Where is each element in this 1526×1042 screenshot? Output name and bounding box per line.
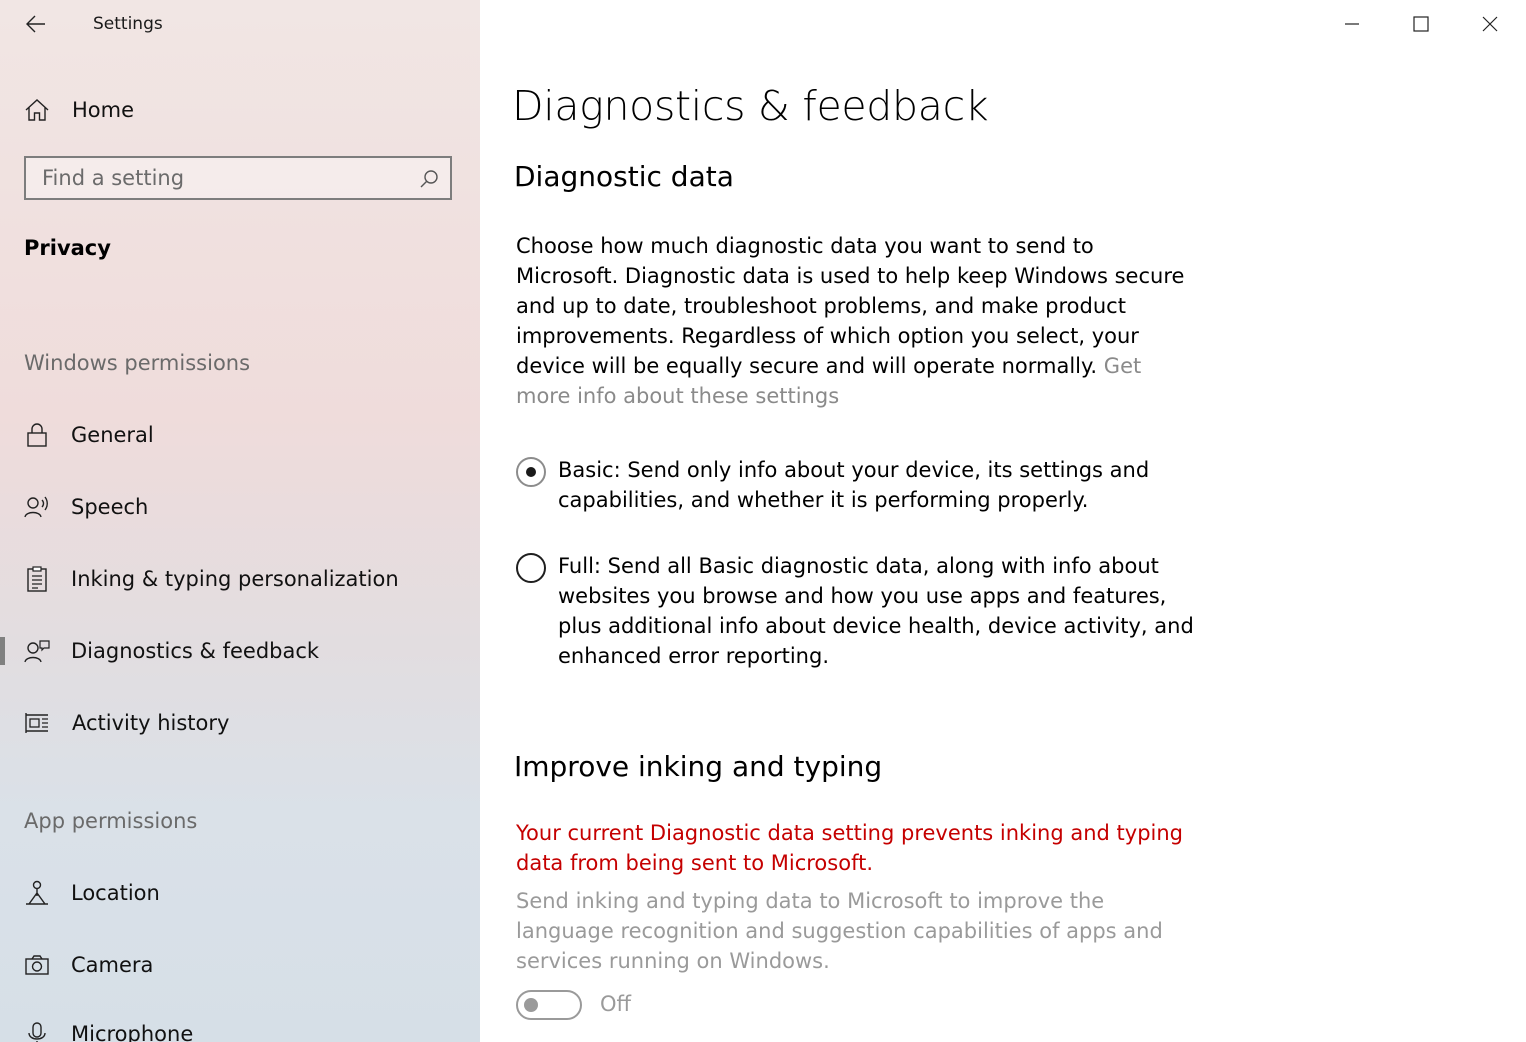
radio-full-label: Full: Send all Basic diagnostic data, al… <box>558 554 1194 668</box>
sidebar-item-label: Activity history <box>72 711 230 735</box>
sidebar-item-label: Microphone <box>71 1022 194 1042</box>
sidebar-item-location[interactable]: Location <box>0 867 480 919</box>
radio-full[interactable] <box>516 553 546 583</box>
sidebar-item-camera[interactable]: Camera <box>0 939 480 991</box>
sidebar-item-inking-typing[interactable]: Inking & typing personalization <box>0 553 480 605</box>
inking-warning-text: Your current Diagnostic data setting pre… <box>516 821 1184 875</box>
inking-toggle[interactable] <box>516 990 582 1020</box>
inking-description: Send inking and typing data to Microsoft… <box>516 889 1163 973</box>
home-icon <box>24 97 50 123</box>
diagnostic-data-description: Choose how much diagnostic data you want… <box>516 231 1186 411</box>
improve-inking-heading: Improve inking and typing <box>514 750 883 783</box>
sidebar-item-label: Speech <box>71 495 149 519</box>
diagnostic-data-heading: Diagnostic data <box>514 160 734 193</box>
inking-toggle-state: Off <box>600 992 631 1016</box>
home-label: Home <box>72 98 135 122</box>
app-permissions-header: App permissions <box>24 809 198 833</box>
microphone-icon <box>24 1021 50 1042</box>
nav-home[interactable]: Home <box>0 88 480 132</box>
sidebar-item-microphone[interactable]: Microphone <box>0 1008 480 1042</box>
main-content: Diagnostics & feedback Diagnostic data C… <box>480 0 1526 1042</box>
location-icon <box>24 880 50 906</box>
clipboard-icon <box>24 566 50 592</box>
lock-icon <box>24 422 50 448</box>
selection-indicator <box>0 637 5 665</box>
settings-window: Settings Home Privacy Windows permission… <box>0 0 1526 1042</box>
section-title-privacy: Privacy <box>24 236 111 260</box>
description-text: Choose how much diagnostic data you want… <box>516 234 1185 378</box>
sidebar-item-label: Location <box>71 881 160 905</box>
app-title: Settings <box>93 14 163 34</box>
search-box[interactable] <box>24 156 452 200</box>
windows-permissions-header: Windows permissions <box>24 351 251 375</box>
sidebar-item-label: General <box>71 423 154 447</box>
sidebar-item-speech[interactable]: Speech <box>0 481 480 533</box>
sidebar-item-label: Diagnostics & feedback <box>71 639 320 663</box>
activity-icon <box>24 710 50 736</box>
toggle-knob <box>524 998 538 1012</box>
back-button[interactable] <box>20 8 52 40</box>
speech-icon <box>24 494 50 520</box>
search-icon[interactable] <box>418 168 440 190</box>
sidebar: Settings Home Privacy Windows permission… <box>0 0 480 1042</box>
diagnostics-icon <box>24 638 50 664</box>
sidebar-item-diagnostics-feedback[interactable]: Diagnostics & feedback <box>0 625 480 677</box>
back-arrow-icon <box>26 15 45 33</box>
radio-basic[interactable] <box>516 457 546 487</box>
sidebar-item-label: Inking & typing personalization <box>71 567 399 591</box>
sidebar-item-general[interactable]: General <box>0 409 480 461</box>
sidebar-item-label: Camera <box>71 953 154 977</box>
radio-basic-label: Basic: Send only info about your device,… <box>558 458 1150 512</box>
search-input[interactable] <box>26 165 404 191</box>
page-title: Diagnostics & feedback <box>512 82 989 130</box>
camera-icon <box>24 952 50 978</box>
sidebar-item-activity-history[interactable]: Activity history <box>0 697 480 749</box>
